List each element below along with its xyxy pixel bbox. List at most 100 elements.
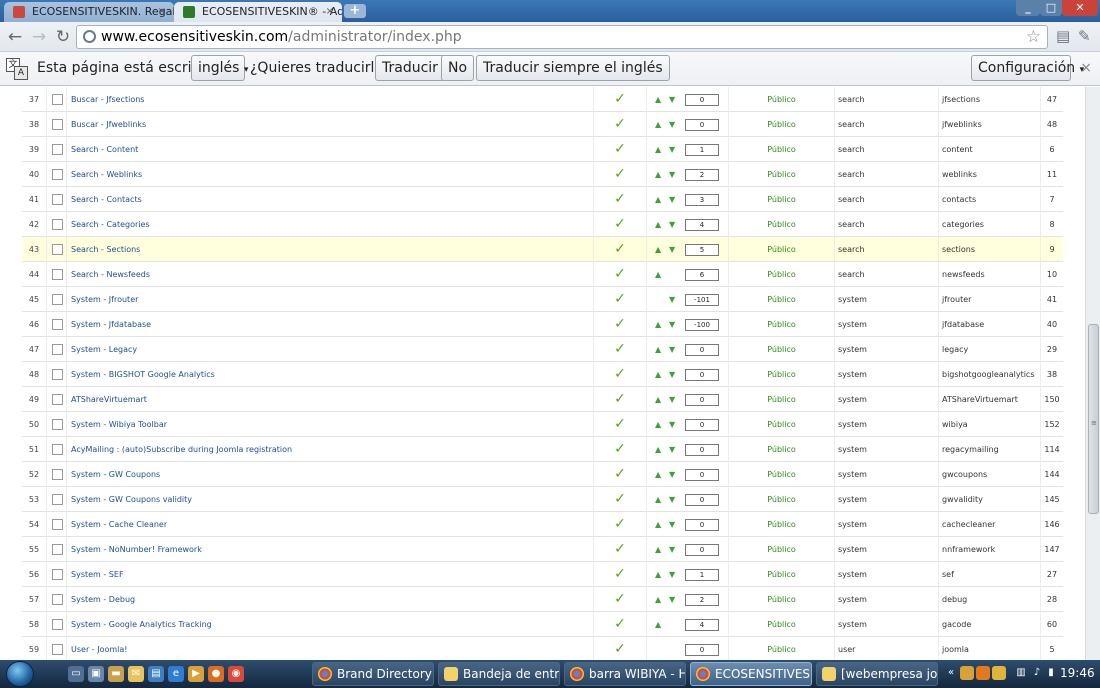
table-row[interactable]: 37 Buscar - Jfsections ✓ ▲ ▼ 0 Público search jf…	[22, 87, 1063, 112]
enabled-check-icon[interactable]: ✓	[593, 587, 646, 612]
app-icon[interactable]: ▤	[148, 666, 164, 682]
tray-app-icon[interactable]	[992, 666, 1006, 680]
access-level[interactable]: Público	[728, 612, 834, 637]
row-checkbox[interactable]	[46, 187, 66, 212]
wrench-icon[interactable]: ✎	[1078, 27, 1091, 45]
minimize-icon[interactable]: _	[1016, 0, 1040, 16]
order-down-icon[interactable]: ▼	[669, 187, 675, 212]
start-button[interactable]	[6, 661, 34, 687]
enabled-check-icon[interactable]: ✓	[593, 87, 646, 112]
order-down-icon[interactable]: ▼	[669, 462, 675, 487]
access-level[interactable]: Público	[728, 162, 834, 187]
row-checkbox[interactable]	[46, 512, 66, 537]
table-row[interactable]: 55 System - NoNumber! Framework ✓ ▲ ▼ 0 Públic…	[22, 537, 1063, 562]
enabled-check-icon[interactable]: ✓	[593, 612, 646, 637]
access-level[interactable]: Público	[728, 337, 834, 362]
order-up-icon[interactable]: ▲	[655, 112, 661, 137]
plugin-name-link[interactable]: System - NoNumber! Framework	[66, 537, 593, 562]
plugin-name-link[interactable]: Search - Newsfeeds	[66, 262, 593, 287]
plugin-name-link[interactable]: AcyMailing : (auto)Subscribe during Joom…	[66, 437, 593, 462]
order-down-icon[interactable]: ▼	[669, 137, 675, 162]
enabled-check-icon[interactable]: ✓	[593, 537, 646, 562]
plugin-name-link[interactable]: Search - Sections	[66, 237, 593, 262]
plugin-name-link[interactable]: Buscar - Jfsections	[66, 87, 593, 112]
order-down-icon[interactable]: ▼	[669, 212, 675, 237]
table-row[interactable]: 48 System - BIGSHOT Google Analytics ✓ ▲ ▼ 0 P…	[22, 362, 1063, 387]
plugin-name-link[interactable]: System - Jfrouter	[66, 287, 593, 312]
order-input[interactable]: 3	[685, 194, 719, 206]
tray-expand-icon[interactable]: «	[944, 666, 958, 680]
order-input[interactable]: 5	[685, 244, 719, 256]
enabled-check-icon[interactable]: ✓	[593, 137, 646, 162]
plugin-name-link[interactable]: System - Cache Cleaner	[66, 512, 593, 537]
task-bandeja-de-entrada[interactable]: Bandeja de entra...	[438, 662, 560, 686]
order-input[interactable]: 0	[685, 419, 719, 431]
table-row[interactable]: 40 Search - Weblinks ✓ ▲ ▼ 2 Público search webl…	[22, 162, 1063, 187]
window-switch-icon[interactable]: ▣	[88, 666, 104, 682]
order-down-icon[interactable]: ▼	[669, 362, 675, 387]
task-barra-wibiya[interactable]: barra WIBIYA - H...	[564, 662, 686, 686]
plugin-name-link[interactable]: Search - Weblinks	[66, 162, 593, 187]
row-checkbox[interactable]	[46, 562, 66, 587]
enabled-check-icon[interactable]: ✓	[593, 162, 646, 187]
enabled-check-icon[interactable]: ✓	[593, 262, 646, 287]
access-level[interactable]: Público	[728, 187, 834, 212]
close-window-icon[interactable]: ✕	[1062, 0, 1098, 16]
enabled-check-icon[interactable]: ✓	[593, 362, 646, 387]
close-tab-icon[interactable]: ×	[158, 2, 166, 22]
access-level[interactable]: Público	[728, 112, 834, 137]
row-checkbox[interactable]	[46, 362, 66, 387]
enabled-check-icon[interactable]: ✓	[593, 562, 646, 587]
order-down-icon[interactable]: ▼	[669, 162, 675, 187]
table-row[interactable]: 54 System - Cache Cleaner ✓ ▲ ▼ 0 Público syste…	[22, 512, 1063, 537]
chrome-icon[interactable]: ◉	[228, 666, 244, 682]
tab-ecosensitiveskin-admin[interactable]: ECOSENSITIVESKIN® - Adm ×	[174, 2, 342, 22]
table-row[interactable]: 39 Search - Content ✓ ▲ ▼ 1 Público search conte…	[22, 137, 1063, 162]
media-icon[interactable]: ▶	[188, 666, 204, 682]
order-input[interactable]: 2	[685, 169, 719, 181]
order-input[interactable]: 0	[685, 544, 719, 556]
bookmark-star-icon[interactable]: ☆	[1026, 26, 1041, 48]
order-up-icon[interactable]: ▲	[655, 337, 661, 362]
table-row[interactable]: 49 ATShareVirtuemart ✓ ▲ ▼ 0 Público system ATSh…	[22, 387, 1063, 412]
access-level[interactable]: Público	[728, 312, 834, 337]
order-input[interactable]: 0	[685, 119, 719, 131]
enabled-check-icon[interactable]: ✓	[593, 212, 646, 237]
order-input[interactable]: 0	[685, 494, 719, 506]
order-input[interactable]: 0	[685, 644, 719, 656]
row-checkbox[interactable]	[46, 237, 66, 262]
order-up-icon[interactable]: ▲	[655, 137, 661, 162]
task-ecosensitiveskin[interactable]: ECOSENSITIVESKI...	[690, 662, 812, 686]
order-up-icon[interactable]: ▲	[655, 437, 661, 462]
plugin-name-link[interactable]: Search - Contacts	[66, 187, 593, 212]
close-translate-bar-icon[interactable]: ×	[1080, 60, 1092, 76]
order-up-icon[interactable]: ▲	[655, 412, 661, 437]
address-bar[interactable]: www.ecosensitiveskin.com/administrator/i…	[76, 25, 1048, 49]
order-input[interactable]: -101	[685, 294, 719, 306]
order-down-icon[interactable]: ▼	[669, 387, 675, 412]
table-row[interactable]: 58 System - Google Analytics Tracking ✓ ▲ 4 P…	[22, 612, 1063, 637]
row-checkbox[interactable]	[46, 337, 66, 362]
row-checkbox[interactable]	[46, 387, 66, 412]
show-desktop-icon[interactable]: ▭	[68, 666, 84, 682]
order-down-icon[interactable]: ▼	[669, 112, 675, 137]
order-input[interactable]: -100	[685, 319, 719, 331]
reload-icon[interactable]: ↻	[52, 26, 74, 48]
table-row[interactable]: 38 Buscar - Jfweblinks ✓ ▲ ▼ 0 Público search jf…	[22, 112, 1063, 137]
firefox-icon[interactable]: ●	[208, 666, 224, 682]
language-select[interactable]: inglés ▾	[191, 55, 248, 81]
task-brand-directory[interactable]: Brand Directory - ...	[312, 662, 434, 686]
forward-icon[interactable]: →	[28, 26, 50, 48]
order-input[interactable]: 1	[685, 569, 719, 581]
order-down-icon[interactable]: ▼	[669, 312, 675, 337]
table-row[interactable]: 52 System - GW Coupons ✓ ▲ ▼ 0 Público system gw…	[22, 462, 1063, 487]
order-input[interactable]: 4	[685, 619, 719, 631]
enabled-check-icon[interactable]: ✓	[593, 637, 646, 660]
enabled-check-icon[interactable]: ✓	[593, 412, 646, 437]
plugin-name-link[interactable]: Buscar - Jfweblinks	[66, 112, 593, 137]
order-up-icon[interactable]: ▲	[655, 87, 661, 112]
access-level[interactable]: Público	[728, 87, 834, 112]
order-up-icon[interactable]: ▲	[655, 512, 661, 537]
plugin-name-link[interactable]: Search - Categories	[66, 212, 593, 237]
order-up-icon[interactable]: ▲	[655, 487, 661, 512]
